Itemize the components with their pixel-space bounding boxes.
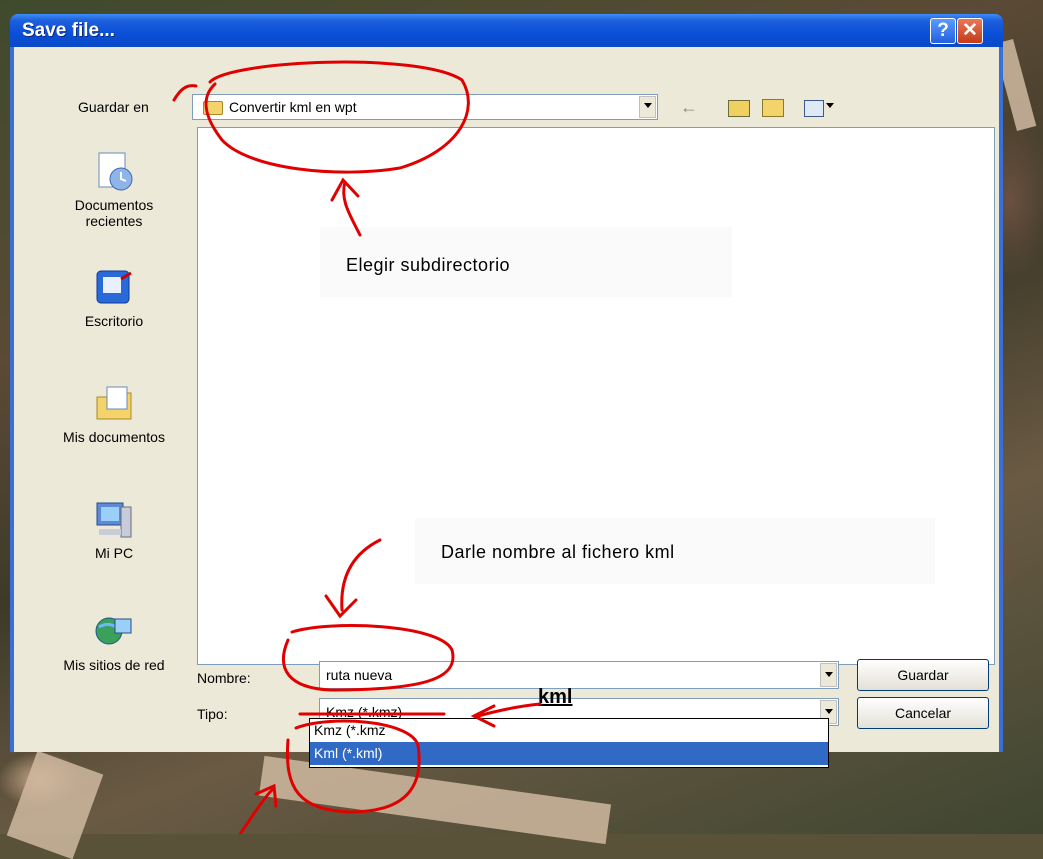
circle-dropdown-annotation: [285, 719, 421, 814]
circle-folder-annotation: [204, 60, 470, 174]
circle-filename-annotation: [282, 624, 455, 692]
arrow-to-filename-annotation: [340, 538, 382, 612]
arrowhead: [470, 704, 496, 728]
arrow-to-dropdown-annotation: [238, 788, 274, 834]
red-annotation-overlay: [172, 60, 542, 834]
guardar-en-hook: [172, 84, 198, 102]
